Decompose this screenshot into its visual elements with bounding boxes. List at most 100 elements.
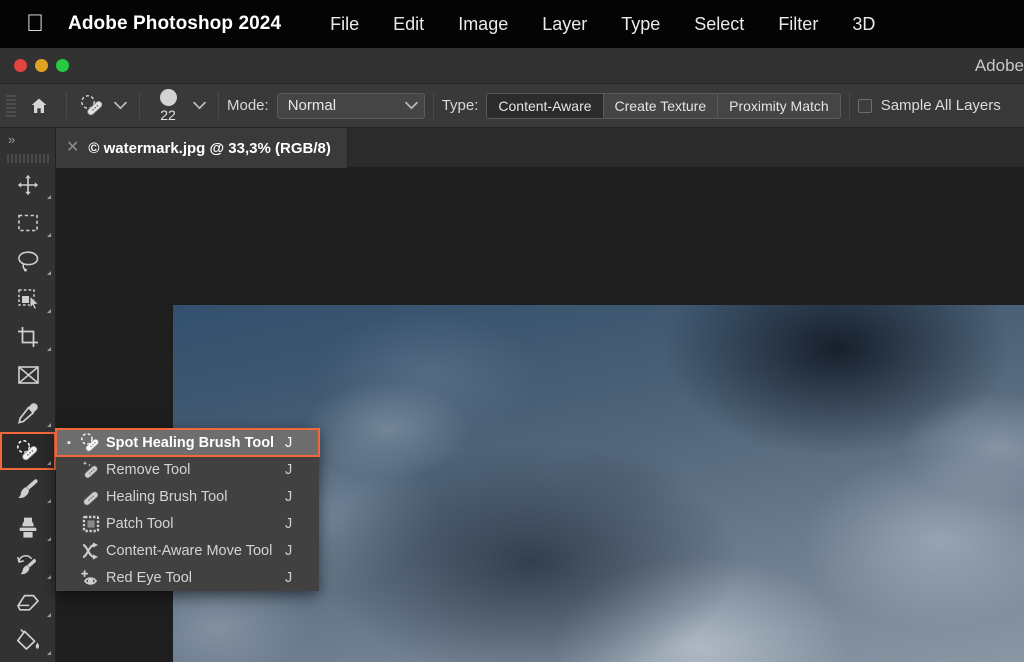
tool-lasso[interactable]	[0, 242, 56, 280]
brush-settings-chevron[interactable]	[188, 91, 210, 121]
document-tab-title: © watermark.jpg @ 33,3% (RGB/8)	[88, 140, 330, 157]
active-tool-marker-icon: ▪	[62, 437, 76, 449]
spot-healing-brush-icon	[76, 429, 106, 456]
tool-history-brush[interactable]	[0, 546, 56, 584]
brush-icon	[16, 477, 40, 501]
flyout-indicator	[47, 613, 51, 617]
flyout-indicator	[47, 651, 51, 655]
tool-spot-healing-brush[interactable]	[0, 432, 56, 470]
divider	[218, 93, 219, 119]
flyout-item-healing-brush-tool[interactable]: Healing Brush Tool J	[56, 483, 319, 510]
chevron-down-icon	[193, 101, 206, 110]
tool-move[interactable]	[0, 166, 56, 204]
remove-tool-icon	[76, 456, 106, 483]
flyout-item-label: Red Eye Tool	[106, 570, 285, 586]
close-window-button[interactable]	[14, 59, 27, 72]
flyout-item-label: Patch Tool	[106, 516, 285, 532]
type-option-proximity-match[interactable]: Proximity Match	[718, 94, 840, 118]
menu-image[interactable]: Image	[441, 14, 525, 35]
rectangular-marquee-icon	[17, 213, 39, 233]
clone-stamp-icon	[17, 516, 39, 539]
eyedropper-icon	[17, 402, 39, 424]
maximize-window-button[interactable]	[56, 59, 69, 72]
flyout-indicator	[47, 499, 51, 503]
menu-type[interactable]: Type	[604, 14, 677, 35]
flyout-item-shortcut: J	[285, 462, 319, 478]
divider	[66, 93, 67, 119]
flyout-item-label: Remove Tool	[106, 462, 285, 478]
photoshop-title-bar: Adobe	[0, 48, 1024, 84]
flyout-indicator	[47, 461, 51, 465]
flyout-item-patch-tool[interactable]: Patch Tool J	[56, 510, 319, 537]
flyout-item-label: Healing Brush Tool	[106, 489, 285, 505]
move-icon	[17, 174, 39, 196]
apple-logo-icon[interactable]: 	[24, 11, 46, 37]
flyout-item-shortcut: J	[285, 570, 319, 586]
close-icon[interactable]: ✕	[66, 140, 79, 156]
menu-edit[interactable]: Edit	[376, 14, 441, 35]
flyout-item-shortcut: J	[285, 516, 319, 532]
home-icon	[29, 96, 49, 116]
spot-healing-brush-icon	[79, 93, 105, 119]
sample-all-layers-label: Sample All Layers	[881, 97, 1001, 114]
flyout-item-red-eye-tool[interactable]: Red Eye Tool J	[56, 564, 319, 591]
chevron-down-icon	[114, 101, 127, 110]
brush-size-value: 22	[160, 107, 176, 123]
blend-mode-select[interactable]: Normal	[277, 93, 425, 119]
tool-clone-stamp[interactable]	[0, 508, 56, 546]
menu-layer[interactable]: Layer	[525, 14, 604, 35]
brush-size-picker[interactable]: 22	[148, 86, 188, 126]
flyout-indicator	[47, 347, 51, 351]
divider	[849, 93, 850, 119]
toolbar-grip[interactable]	[0, 150, 56, 166]
app-name-label: Adobe Photoshop 2024	[68, 13, 281, 35]
minimize-window-button[interactable]	[35, 59, 48, 72]
flyout-item-label: Spot Healing Brush Tool	[106, 435, 285, 451]
tool-crop[interactable]	[0, 318, 56, 356]
tool-object-selection[interactable]	[0, 280, 56, 318]
current-tool-preview[interactable]	[75, 89, 109, 123]
chevron-down-icon	[405, 101, 418, 110]
flyout-item-content-aware-move-tool[interactable]: Content-Aware Move Tool J	[56, 537, 319, 564]
tool-eyedropper[interactable]	[0, 394, 56, 432]
divider	[433, 93, 434, 119]
sample-all-layers-checkbox[interactable]	[858, 99, 872, 113]
blend-mode-value: Normal	[288, 97, 336, 114]
frame-icon	[17, 365, 40, 385]
flyout-indicator	[47, 233, 51, 237]
home-button[interactable]	[20, 89, 58, 123]
tool-frame[interactable]	[0, 356, 56, 394]
flyout-item-remove-tool[interactable]: Remove Tool J	[56, 456, 319, 483]
flyout-item-shortcut: J	[285, 489, 319, 505]
menu-file[interactable]: File	[313, 14, 376, 35]
toolbar-expand-button[interactable]: »	[0, 128, 56, 150]
type-option-create-texture[interactable]: Create Texture	[604, 94, 719, 118]
window-controls	[14, 59, 69, 72]
type-option-content-aware[interactable]: Content-Aware	[487, 94, 603, 118]
document-tab[interactable]: ✕ © watermark.jpg @ 33,3% (RGB/8)	[56, 128, 348, 168]
document-tab-bar: ✕ © watermark.jpg @ 33,3% (RGB/8)	[56, 128, 1024, 168]
tool-brush[interactable]	[0, 470, 56, 508]
lasso-icon	[16, 250, 40, 272]
menu-3d[interactable]: 3D	[835, 14, 892, 35]
menu-select[interactable]: Select	[677, 14, 761, 35]
window-title: Adobe	[975, 48, 1024, 84]
menu-filter[interactable]: Filter	[761, 14, 835, 35]
tools-panel: »	[0, 128, 56, 662]
tool-gradient[interactable]	[0, 622, 56, 660]
mode-label: Mode:	[227, 97, 269, 114]
history-brush-icon	[16, 553, 40, 577]
divider	[139, 93, 140, 119]
flyout-item-spot-healing-brush-tool[interactable]: ▪ Spot Healing Brush Tool J	[56, 429, 319, 456]
options-bar-grip[interactable]	[6, 93, 16, 119]
tool-eraser[interactable]	[0, 584, 56, 622]
flyout-indicator	[47, 537, 51, 541]
flyout-item-shortcut: J	[285, 435, 319, 451]
paint-bucket-icon	[16, 629, 40, 653]
tool-preset-chevron[interactable]	[109, 91, 131, 121]
patch-tool-icon	[76, 510, 106, 537]
tool-rectangular-marquee[interactable]	[0, 204, 56, 242]
crop-icon	[17, 326, 39, 348]
flyout-indicator	[47, 271, 51, 275]
flyout-indicator	[47, 195, 51, 199]
